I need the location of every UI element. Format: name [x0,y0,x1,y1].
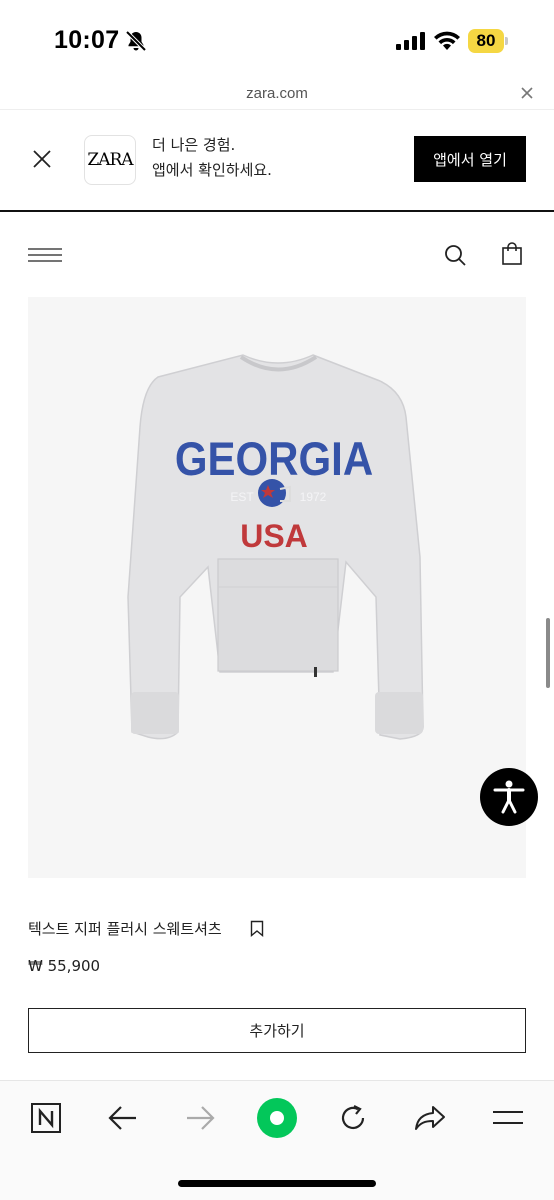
menu-icon[interactable] [488,1098,528,1138]
print-georgia-text: GEORGIA [175,434,373,486]
status-bar: 10:07 80 [0,0,554,80]
print-usa-text: USA [240,518,308,554]
zara-app-logo: ZARA [84,135,136,185]
url-bar[interactable]: zara.com [0,80,554,110]
accessibility-button[interactable] [480,768,538,826]
battery-icon: 80 [468,29,508,53]
close-icon[interactable] [520,86,534,100]
shopping-bag-icon[interactable] [501,242,523,266]
print-est-text: EST [230,490,254,504]
battery-cap [505,37,508,45]
scrollbar[interactable] [546,618,550,688]
bookmark-icon[interactable] [250,920,264,937]
print-year-text: 1972 [300,490,327,504]
home-indicator [178,1180,376,1187]
banner-text: 더 나은 경험. 앱에서 확인하세요. [152,133,272,183]
wifi-icon [434,31,460,50]
naver-n-icon[interactable] [26,1098,66,1138]
reload-icon[interactable] [333,1098,373,1138]
share-icon[interactable] [410,1098,450,1138]
back-arrow-icon[interactable] [103,1098,143,1138]
bell-slash-icon [125,30,147,52]
open-in-app-button[interactable]: 앱에서 열기 [414,136,526,182]
status-time: 10:07 [54,26,120,54]
cellular-signal-icon [396,32,425,50]
banner-line-2: 앱에서 확인하세요. [152,161,272,179]
product-image[interactable]: GEORGIA EST 1972 USA [28,297,526,878]
app-banner: ZARA 더 나은 경험. 앱에서 확인하세요. 앱에서 열기 [0,111,554,212]
search-icon[interactable] [443,243,467,267]
close-banner-icon[interactable] [32,149,52,169]
product-name[interactable]: 텍스트 지퍼 플러시 스웨트셔츠 [28,918,222,939]
accessibility-icon [493,780,525,814]
add-to-cart-button[interactable]: 추가하기 [28,1008,526,1053]
banner-line-1: 더 나은 경험. [152,136,236,154]
sweatshirt-illustration: GEORGIA EST 1972 USA [127,354,424,740]
product-price: ₩ 55,900 [28,957,101,975]
hamburger-menu-icon[interactable] [28,247,62,263]
url-text[interactable]: zara.com [0,85,554,102]
green-home-icon[interactable] [255,1096,299,1140]
battery-level: 80 [468,29,504,53]
forward-arrow-icon[interactable] [180,1098,220,1138]
